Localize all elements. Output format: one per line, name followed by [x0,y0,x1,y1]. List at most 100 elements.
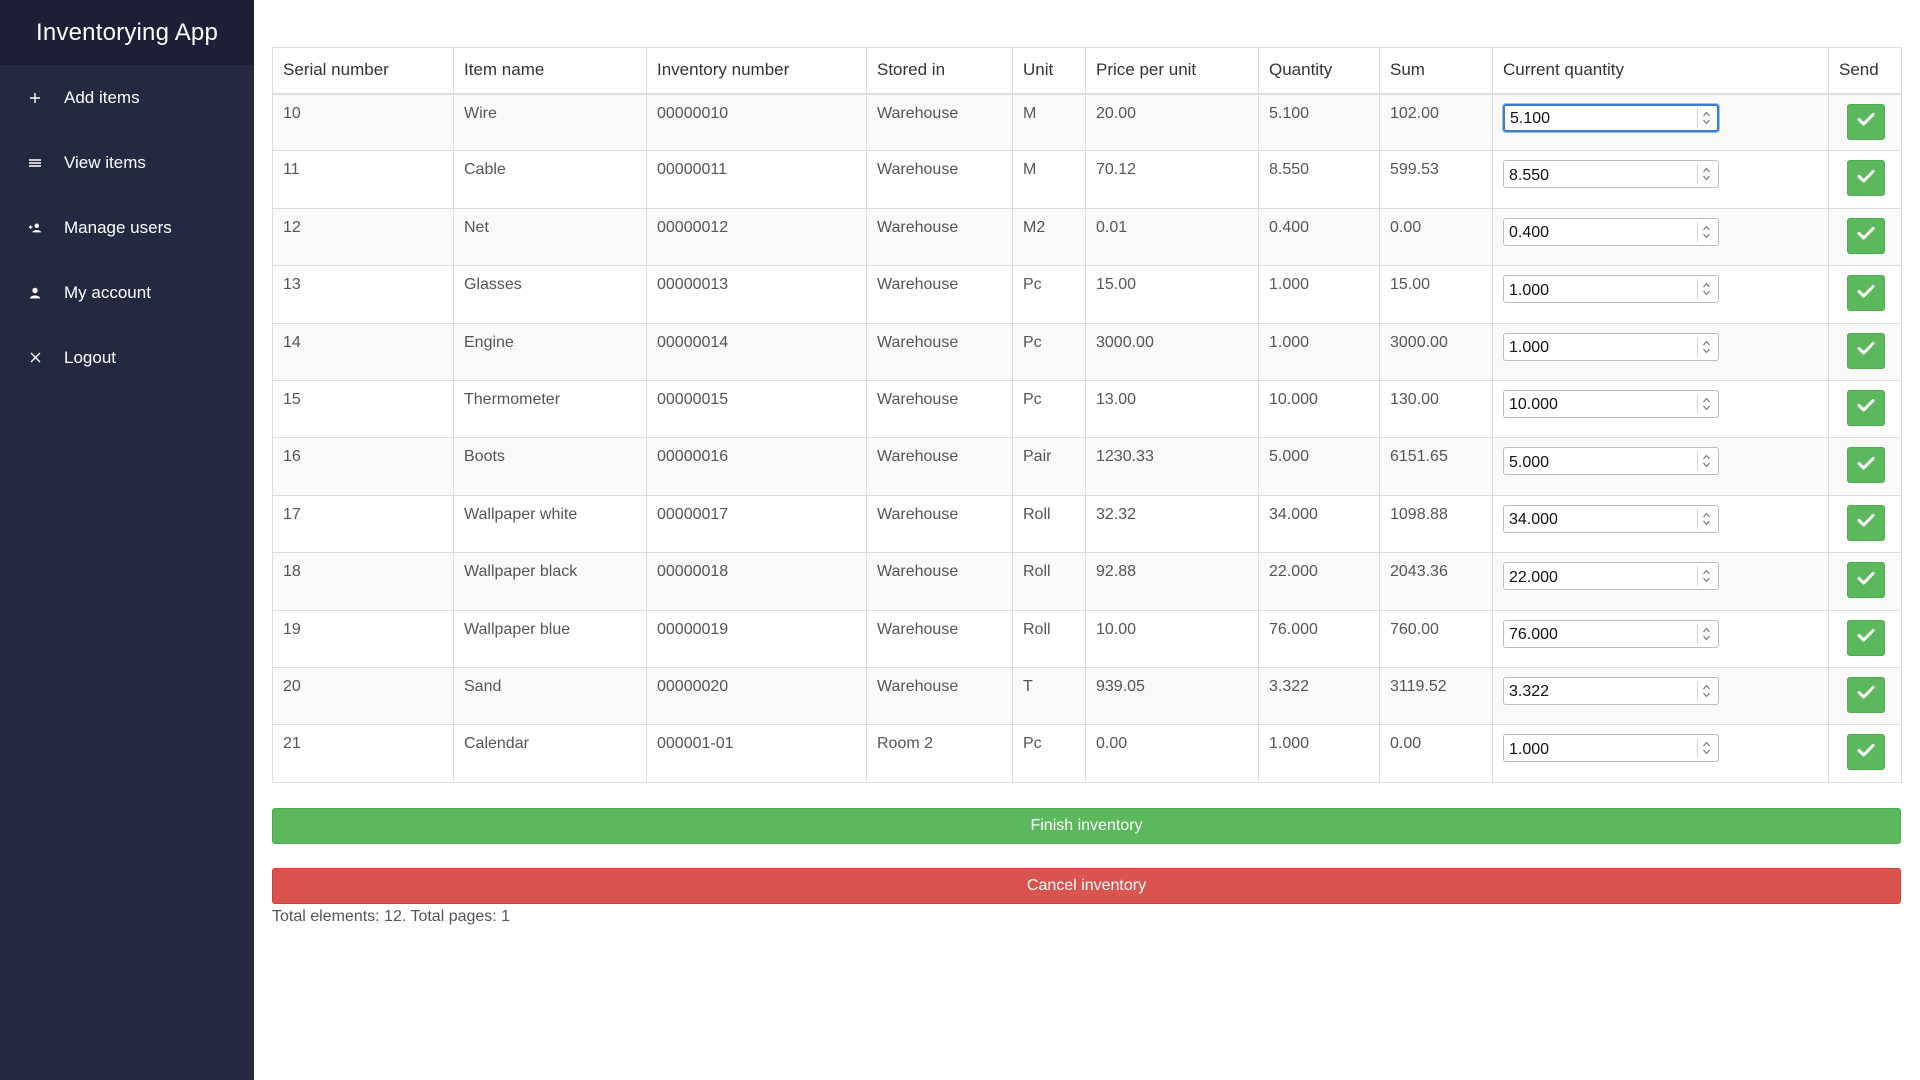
cell-sum: 1098.88 [1379,494,1493,554]
cell-serial-number: 16 [272,437,454,496]
current-quantity-input[interactable] [1503,389,1719,418]
current-quantity-input[interactable] [1503,332,1719,361]
send-button[interactable] [1847,217,1885,254]
send-button[interactable] [1847,103,1885,140]
cell-current-quantity [1492,322,1829,381]
app-title[interactable]: Inventorying App [0,0,254,65]
current-quantity-input[interactable] [1503,217,1719,246]
cell-inventory-number: 00000014 [646,322,867,381]
cell-send [1828,150,1902,209]
cell-item-name: Wallpaper blue [453,609,647,668]
send-button[interactable] [1847,619,1885,656]
send-button[interactable] [1847,389,1885,426]
current-quantity-input[interactable] [1503,447,1719,476]
cell-serial-number: 11 [272,150,454,209]
cell-stored-in: Warehouse [866,207,1013,267]
cell-serial-number: 19 [272,609,454,668]
send-button[interactable] [1847,734,1885,771]
cell-stored-in: Warehouse [866,552,1013,611]
cell-quantity: 10.000 [1258,379,1380,439]
stepper-arrows-icon[interactable] [1697,393,1715,414]
stepper-arrows-icon[interactable] [1697,680,1715,701]
column-header-inventory-number: Inventory number [646,47,867,95]
send-button[interactable] [1847,562,1885,599]
send-button[interactable] [1847,160,1885,197]
stepper-arrows-icon[interactable] [1697,279,1715,300]
cell-send [1828,666,1902,726]
finish-inventory-button[interactable]: Finish inventory [272,807,1901,844]
cell-price-per-unit: 10.00 [1085,609,1259,668]
sidebar-item-add-items[interactable]: Add items [0,65,254,130]
cell-price-per-unit: 939.05 [1085,666,1259,726]
current-quantity-stepper [1503,103,1719,132]
current-quantity-input[interactable] [1503,562,1719,591]
current-quantity-input[interactable] [1503,504,1719,533]
cell-send [1828,379,1902,439]
cell-price-per-unit: 0.01 [1085,207,1259,267]
sidebar-item-logout[interactable]: Logout [0,325,254,390]
stepper-arrows-icon[interactable] [1697,623,1715,644]
cell-serial-number: 14 [272,322,454,381]
cell-sum: 2043.36 [1379,552,1493,611]
cell-sum: 760.00 [1379,609,1493,668]
current-quantity-stepper [1503,504,1719,533]
cell-unit: Pc [1012,322,1086,381]
cell-stored-in: Warehouse [866,494,1013,554]
stepper-arrows-icon[interactable] [1697,164,1715,185]
cell-sum: 599.53 [1379,150,1493,209]
stepper-arrows-icon[interactable] [1697,336,1715,357]
cell-item-name: Wallpaper white [453,494,647,554]
checkmark-icon [1857,628,1875,647]
cell-send [1828,322,1902,381]
sidebar-item-my-account[interactable]: My account [0,260,254,325]
current-quantity-input[interactable] [1503,619,1719,648]
user-icon [28,286,42,300]
send-button[interactable] [1847,447,1885,484]
table-row: 21 Calendar 000001-01 Room 2 Pc 0.00 1.000 0.00 [272,724,1902,783]
cell-serial-number: 10 [272,92,454,152]
column-header-stored-in: Stored in [866,47,1013,95]
sidebar-item-manage-users[interactable]: Manage users [0,195,254,260]
cell-serial-number: 18 [272,552,454,611]
current-quantity-input[interactable] [1503,676,1719,705]
checkmark-icon [1857,284,1875,303]
cell-quantity: 1.000 [1258,265,1380,324]
send-button[interactable] [1847,275,1885,312]
send-button[interactable] [1847,332,1885,369]
current-quantity-stepper [1503,160,1719,189]
cell-inventory-number: 00000016 [646,437,867,496]
cell-send [1828,207,1902,267]
send-button[interactable] [1847,504,1885,541]
cell-inventory-number: 00000019 [646,609,867,668]
sidebar-item-view-items[interactable]: View items [0,130,254,195]
cell-quantity: 5.100 [1258,92,1380,152]
current-quantity-input[interactable] [1503,734,1719,763]
cell-sum: 130.00 [1379,379,1493,439]
checkmark-icon [1857,341,1875,360]
cell-current-quantity [1492,552,1829,611]
current-quantity-stepper [1503,447,1719,476]
current-quantity-input[interactable] [1503,160,1719,189]
stepper-arrows-icon[interactable] [1697,738,1715,759]
cell-price-per-unit: 3000.00 [1085,322,1259,381]
current-quantity-input[interactable] [1503,103,1719,132]
stepper-arrows-icon[interactable] [1697,508,1715,529]
stepper-arrows-icon[interactable] [1697,221,1715,242]
send-button[interactable] [1847,676,1885,713]
current-quantity-input[interactable] [1503,275,1719,304]
cell-price-per-unit: 1230.33 [1085,437,1259,496]
stepper-arrows-icon[interactable] [1697,566,1715,587]
cell-sum: 15.00 [1379,265,1493,324]
checkmark-icon [1857,685,1875,704]
checkmark-icon [1857,743,1875,762]
stepper-arrows-icon[interactable] [1697,107,1715,128]
cell-inventory-number: 00000011 [646,150,867,209]
checkmark-icon [1857,169,1875,188]
cell-quantity: 34.000 [1258,494,1380,554]
table-row: 15 Thermometer 00000015 Warehouse Pc 13.00 10.… [272,379,1902,439]
cell-current-quantity [1492,609,1829,668]
column-header-send: Send [1828,47,1902,95]
stepper-arrows-icon[interactable] [1697,451,1715,472]
sidebar-nav: Add items View items Manage users My acc… [0,65,254,390]
cancel-inventory-button[interactable]: Cancel inventory [272,867,1901,904]
